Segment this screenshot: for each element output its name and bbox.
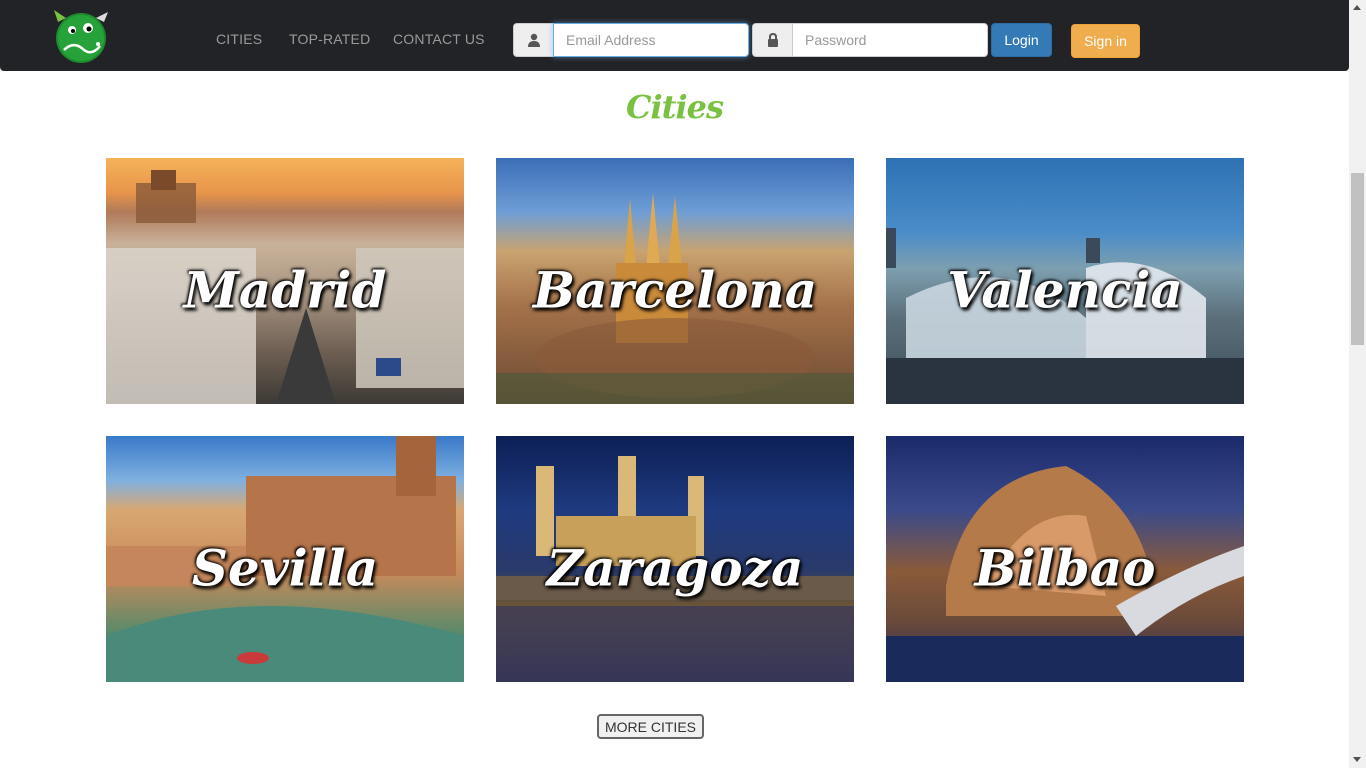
- city-name-madrid: Madrid: [183, 260, 387, 320]
- scroll-down-arrow-icon[interactable]: [1353, 757, 1361, 762]
- password-input-group: [752, 23, 988, 57]
- sign-in-button[interactable]: Sign in: [1071, 24, 1140, 58]
- scroll-up-arrow-icon[interactable]: [1353, 5, 1361, 10]
- nav-link-top-rated[interactable]: TOP-RATED: [289, 31, 370, 47]
- scrollbar-thumb[interactable]: [1351, 173, 1364, 345]
- vertical-scrollbar[interactable]: [1349, 0, 1366, 768]
- city-name-valencia: Valencia: [947, 260, 1183, 320]
- city-name-zaragoza: Zaragoza: [546, 538, 804, 598]
- city-card-bilbao[interactable]: Bilbao: [886, 436, 1244, 682]
- city-name-sevilla: Sevilla: [191, 538, 379, 598]
- city-name-bilbao: Bilbao: [974, 538, 1156, 598]
- section-title: Cities: [626, 88, 724, 126]
- more-cities-button[interactable]: MORE CITIES: [597, 714, 704, 739]
- lock-icon: [752, 23, 792, 57]
- city-card-valencia[interactable]: Valencia: [886, 158, 1244, 404]
- email-input[interactable]: [553, 23, 749, 57]
- nav-link-cities[interactable]: CITIES: [216, 31, 262, 47]
- email-input-group: [513, 23, 749, 57]
- login-button[interactable]: Login: [991, 23, 1052, 57]
- user-icon: [513, 23, 553, 57]
- city-card-sevilla[interactable]: Sevilla: [106, 436, 464, 682]
- city-name-barcelona: Barcelona: [532, 260, 818, 320]
- password-input[interactable]: [792, 23, 988, 57]
- city-card-madrid[interactable]: Madrid: [106, 158, 464, 404]
- city-card-zaragoza[interactable]: Zaragoza: [496, 436, 854, 682]
- top-navbar: CITIES TOP-RATED CONTACT US Login Sign i…: [0, 0, 1349, 71]
- nav-link-contact-us[interactable]: CONTACT US: [393, 31, 485, 47]
- logo-monster-icon[interactable]: [50, 8, 112, 64]
- city-card-barcelona[interactable]: Barcelona: [496, 158, 854, 404]
